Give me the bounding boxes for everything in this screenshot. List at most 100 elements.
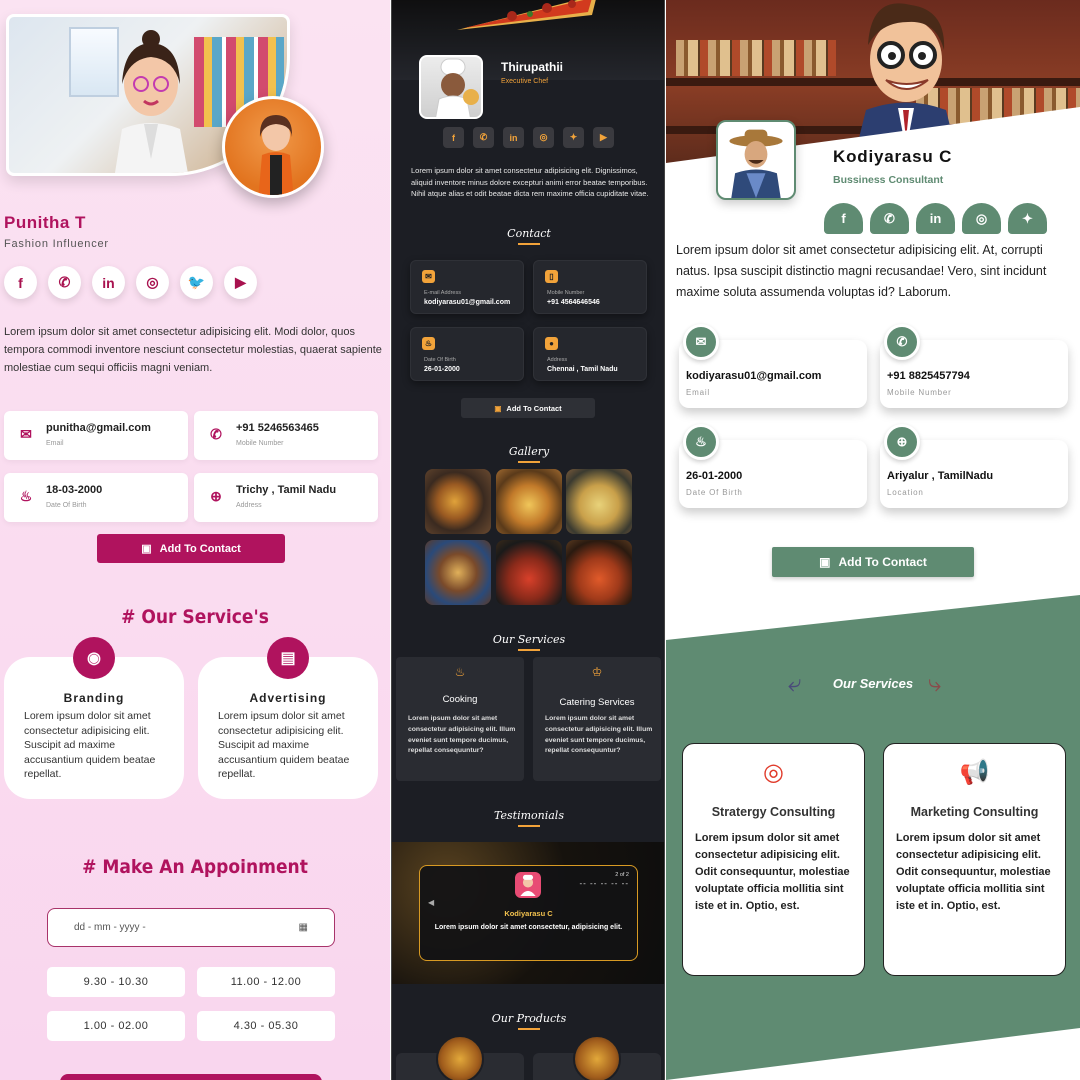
service-card-branding: ◉ Branding Lorem ipsum dolor sit amet co… xyxy=(4,637,184,799)
calendar-icon[interactable]: ▦ xyxy=(299,922,308,933)
submit-button[interactable] xyxy=(60,1074,322,1080)
contact-value: 26-01-2000 xyxy=(686,470,743,482)
contact-card-dob[interactable]: ♨ 18-03-2000 Date Of Birth xyxy=(4,473,188,522)
about-text: Lorem ipsum dolor sit amet consectetur a… xyxy=(411,166,649,198)
contact-label: Date Of Birth xyxy=(46,502,87,509)
mobile-icon: ▯ xyxy=(545,270,558,283)
profile-name: Punitha T xyxy=(4,213,86,232)
gallery-image[interactable] xyxy=(425,540,491,605)
contact-card-address[interactable]: ● Address Chennai , Tamil Nadu xyxy=(533,327,647,381)
contact-card-phone[interactable]: ✆ +91 8825457794 Mobile Number xyxy=(880,324,1068,408)
date-placeholder: dd - mm - yyyy - xyxy=(74,922,146,933)
gallery-image[interactable] xyxy=(425,469,491,534)
contact-card-email[interactable]: ✉ E-mail Address kodiyarasu01@gmail.com xyxy=(410,260,524,314)
product-image xyxy=(573,1035,621,1080)
product-card[interactable] xyxy=(396,1035,524,1080)
testimonials-heading: Testimonials xyxy=(392,809,664,827)
twitter-icon[interactable]: ✦ xyxy=(1008,203,1047,234)
gallery-heading: Gallery xyxy=(392,445,664,463)
twitter-icon[interactable]: ✦ xyxy=(563,127,584,148)
service-title: Advertising xyxy=(249,691,327,705)
product-card[interactable] xyxy=(533,1035,661,1080)
contact-card-location[interactable]: ⊕ Ariyalur , TamilNadu Location xyxy=(880,424,1068,508)
testimonial-pager: 2 of 2 xyxy=(615,872,629,878)
service-card-marketing: 📢 Marketing Consulting Lorem ipsum dolor… xyxy=(883,743,1066,976)
linkedin-icon[interactable]: in xyxy=(92,266,125,299)
contact-label: Date Of Birth xyxy=(686,488,743,497)
contact-card-phone[interactable]: ✆ +91 5246563465 Mobile Number xyxy=(194,411,378,460)
fashion-profile-panel: Punitha T Fashion Influencer f ✆ in ◎ 🐦 … xyxy=(0,0,390,1080)
mail-icon: ✉ xyxy=(422,270,435,283)
service-card-catering: ♔ Catering Services Lorem ipsum dolor si… xyxy=(533,657,661,781)
instagram-icon[interactable]: ◎ xyxy=(533,127,554,148)
contact-card-phone[interactable]: ▯ Mobile Number +91 4564646546 xyxy=(533,260,647,314)
button-label: Add To Contact xyxy=(506,403,562,413)
contact-card-dob[interactable]: ♨ 26-01-2000 Date Of Birth xyxy=(679,424,867,508)
services-heading: # Our Service's xyxy=(121,606,269,628)
megaphone-icon: ◉ xyxy=(73,637,115,679)
contact-label: Email xyxy=(686,388,711,397)
gallery-image[interactable] xyxy=(496,469,562,534)
add-to-contact-button[interactable]: ▣ Add To Contact xyxy=(772,547,974,577)
curved-arrow-right-icon: ⤷ xyxy=(928,670,942,697)
social-links: f ✆ in ◎ 🐦 ▶ xyxy=(4,266,257,299)
whatsapp-icon[interactable]: ✆ xyxy=(48,266,81,299)
facebook-icon[interactable]: f xyxy=(443,127,464,148)
youtube-icon[interactable]: ▶ xyxy=(593,127,614,148)
contact-label: Mobile Number xyxy=(236,440,284,447)
twitter-icon[interactable]: 🐦 xyxy=(180,266,213,299)
cake-icon: ♨ xyxy=(19,488,33,504)
whatsapp-icon[interactable]: ✆ xyxy=(870,203,909,234)
cake-icon: ♨ xyxy=(422,337,435,350)
contact-value: +91 8825457794 xyxy=(887,370,970,382)
contact-card-dob[interactable]: ♨ Date Of Birth 26-01-2000 xyxy=(410,327,524,381)
phone-icon: ✆ xyxy=(210,426,222,442)
contact-value: kodiyarasu01@gmail.com xyxy=(424,299,511,306)
contact-label: E-mail Address xyxy=(424,290,461,296)
linkedin-icon[interactable]: in xyxy=(916,203,955,234)
appointment-heading: # Make An Appoinment xyxy=(82,856,308,878)
contact-card-email[interactable]: ✉ punitha@gmail.com Email xyxy=(4,411,188,460)
gallery-image[interactable] xyxy=(566,469,632,534)
contact-value: +91 4564646546 xyxy=(547,299,600,306)
contact-value: 26-01-2000 xyxy=(424,366,460,373)
button-label: Add To Contact xyxy=(159,542,241,555)
location-icon: ⊕ xyxy=(210,488,222,504)
time-slot[interactable]: 4.30 - 05.30 xyxy=(197,1011,335,1041)
add-to-contact-button[interactable]: ▣ Add To Contact xyxy=(461,398,595,418)
profile-role: Fashion Influencer xyxy=(4,238,109,250)
instagram-icon[interactable]: ◎ xyxy=(136,266,169,299)
contact-card-address[interactable]: ⊕ Trichy , Tamil Nadu Address xyxy=(194,473,378,522)
instagram-icon[interactable]: ◎ xyxy=(962,203,1001,234)
contact-book-icon: ▣ xyxy=(819,555,831,569)
youtube-icon[interactable]: ▶ xyxy=(224,266,257,299)
facebook-icon[interactable]: f xyxy=(824,203,863,234)
avatar xyxy=(515,872,541,898)
linkedin-icon[interactable]: in xyxy=(503,127,524,148)
chef-avatar xyxy=(419,55,483,119)
chef-icon: ♔ xyxy=(591,665,603,679)
about-text: Lorem ipsum dolor sit amet consectetur a… xyxy=(676,243,1047,299)
service-title: Stratergy Consulting xyxy=(711,805,836,819)
gallery-image[interactable] xyxy=(496,540,562,605)
facebook-icon[interactable]: f xyxy=(4,266,37,299)
date-input[interactable]: dd - mm - yyyy - ▦ xyxy=(47,908,335,947)
contact-label: Location xyxy=(887,488,924,497)
contact-card-email[interactable]: ✉ kodiyarasu01@gmail.com Email xyxy=(679,324,867,408)
chef-profile-panel: Thirupathii Executive Chef f ✆ in ◎ ✦ ▶ … xyxy=(391,0,665,1080)
contact-book-icon: ▣ xyxy=(141,543,152,555)
time-slot[interactable]: 1.00 - 02.00 xyxy=(47,1011,185,1041)
add-to-contact-button[interactable]: ▣ Add To Contact xyxy=(97,534,285,563)
service-title: Branding xyxy=(63,691,125,705)
chevron-left-icon[interactable]: ◀ xyxy=(428,898,434,907)
whatsapp-icon[interactable]: ✆ xyxy=(473,127,494,148)
contact-label: Mobile Number xyxy=(547,290,585,296)
about-text: Lorem ipsum dolor sit amet consectetur a… xyxy=(4,326,382,374)
time-slot[interactable]: 11.00 - 12.00 xyxy=(197,967,335,997)
gallery-image[interactable] xyxy=(566,540,632,605)
cake-icon: ♨ xyxy=(683,424,719,460)
profile-role: Executive Chef xyxy=(501,78,549,85)
time-slot[interactable]: 9.30 - 10.30 xyxy=(47,967,185,997)
contact-value: punitha@gmail.com xyxy=(46,422,151,434)
button-label: Add To Contact xyxy=(838,555,927,569)
